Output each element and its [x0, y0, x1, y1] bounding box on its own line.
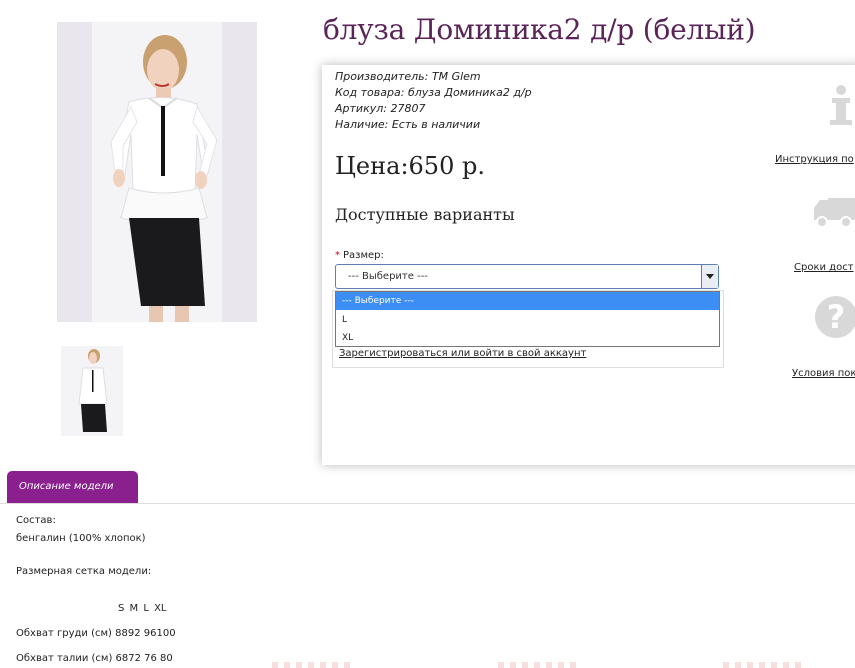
- instruction-link[interactable]: Инструкция по: [775, 154, 854, 165]
- size-select-value: --- Выберите ---: [348, 271, 428, 282]
- stock-line: Наличие: Есть в наличии: [335, 118, 480, 131]
- sku-label: Артикул:: [335, 102, 387, 115]
- product-code-label: Код товара:: [335, 86, 405, 99]
- stock-label: Наличие:: [335, 118, 389, 131]
- question-icon: ?: [815, 296, 855, 338]
- manufacturer-label: Производитель:: [335, 70, 429, 83]
- truck-icon: [814, 198, 855, 228]
- size-option[interactable]: XL: [336, 329, 719, 347]
- size-label: * Размер:: [335, 250, 384, 261]
- size-chart-header: S M L XL: [118, 603, 167, 614]
- dropdown-arrow-icon[interactable]: [701, 265, 718, 288]
- size-chart-title: Размерная сетка модели:: [16, 566, 152, 577]
- product-title: блуза Доминика2 д/р (белый): [323, 13, 756, 46]
- thumbnail-figure-illustration: [78, 349, 108, 432]
- decorative-strip: [272, 662, 352, 668]
- register-or-login-link[interactable]: Зарегистрироваться или войти в свой акка…: [339, 348, 586, 359]
- product-code-line: Код товара: блуза Доминика2 д/р: [335, 86, 532, 99]
- tab-divider: [0, 503, 855, 504]
- size-chart-chest-row: Обхват груди (см) 8892 96100: [16, 628, 176, 639]
- required-asterisk: *: [335, 250, 340, 261]
- size-label-text: Размер:: [343, 250, 384, 261]
- model-figure-illustration: [110, 35, 218, 322]
- stock-value: Есть в наличии: [391, 118, 481, 131]
- decorative-strip: [723, 662, 803, 668]
- size-select[interactable]: --- Выберите ---: [335, 264, 719, 289]
- size-option[interactable]: L: [336, 311, 719, 329]
- delivery-terms-link[interactable]: Сроки дост: [794, 262, 854, 273]
- sku-value: 27807: [390, 102, 426, 115]
- manufacturer-line: Производитель: TM Glem: [335, 70, 481, 83]
- size-chart-waist-row: Обхват талии (см) 6872 76 80: [16, 653, 173, 664]
- product-main-image[interactable]: [57, 22, 257, 322]
- product-price: Цена:650 р.: [335, 152, 485, 180]
- manufacturer-value[interactable]: TM Glem: [432, 70, 481, 83]
- decorative-strip: [498, 662, 578, 668]
- tab-description-label: Описание модели: [19, 481, 114, 492]
- product-thumbnail[interactable]: [61, 346, 123, 436]
- info-icon: [830, 85, 852, 125]
- size-option[interactable]: --- Выберите ---: [336, 292, 719, 310]
- available-options-heading: Доступные варианты: [335, 205, 515, 224]
- composition-label: Состав:: [16, 515, 56, 526]
- tab-description[interactable]: Описание модели: [7, 471, 138, 503]
- size-dropdown-list: --- Выберите --- L XL: [335, 291, 720, 347]
- composition-value: бенгалин (100% хлопок): [16, 533, 146, 544]
- product-code-value: блуза Доминика2 д/р: [407, 86, 532, 99]
- sku-line: Артикул: 27807: [335, 102, 425, 115]
- purchase-conditions-link[interactable]: Условия пок: [792, 368, 855, 379]
